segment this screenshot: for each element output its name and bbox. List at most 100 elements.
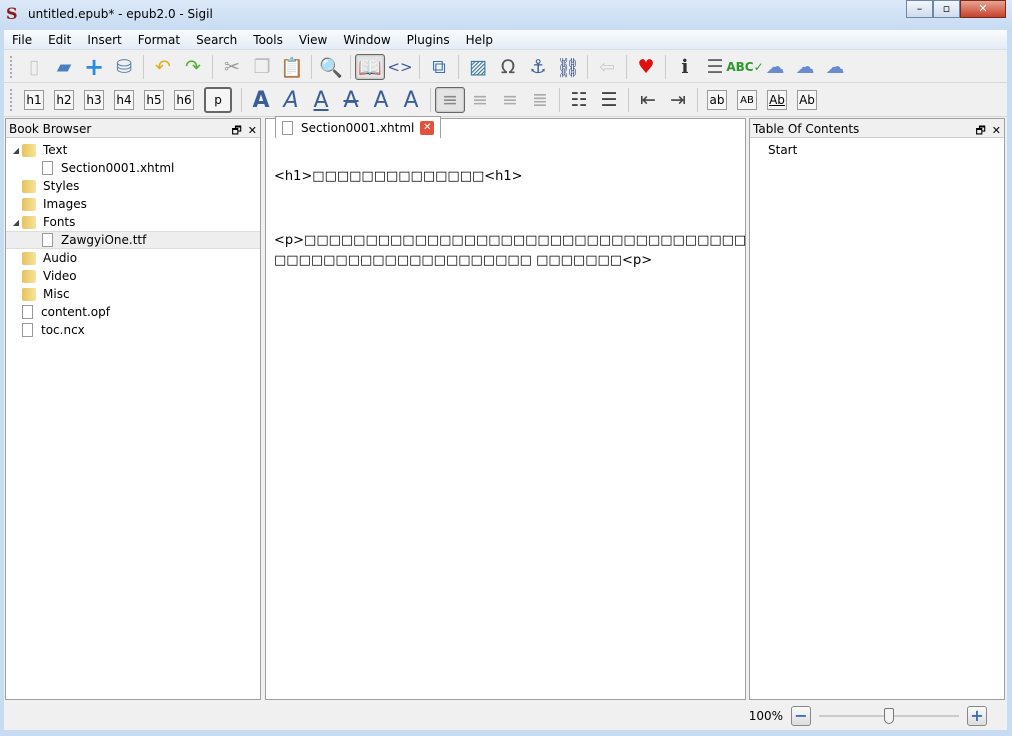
omega-icon[interactable]: Ω (493, 54, 523, 80)
menu-file[interactable]: File (4, 33, 40, 47)
justify-icon[interactable]: ≣ (525, 87, 555, 113)
link-icon[interactable]: ⛓ (553, 54, 583, 80)
float-icon[interactable]: 🗗 (975, 124, 985, 137)
add-icon[interactable]: + (79, 53, 109, 81)
zoom-slider-thumb[interactable] (884, 708, 894, 724)
tree-item[interactable]: Audio (6, 249, 260, 267)
tree-item[interactable]: Styles (6, 177, 260, 195)
title-case-button[interactable]: Ab (797, 90, 817, 110)
outdent-icon[interactable]: ⇤ (633, 87, 663, 113)
numbered-list-icon[interactable]: ☰ (594, 87, 624, 113)
menu-view[interactable]: View (291, 33, 335, 47)
tree-item[interactable]: ◢ Fonts (6, 213, 260, 231)
tree-item[interactable]: content.opf (6, 303, 260, 321)
undo-icon[interactable]: ↶ (148, 54, 178, 80)
align-center-icon[interactable]: ≡ (465, 87, 495, 113)
underline-button[interactable]: A (306, 88, 336, 113)
zoom-out-button[interactable]: − (791, 706, 811, 726)
heading-h3-button[interactable]: h3 (84, 90, 104, 110)
heading-h5-button[interactable]: h5 (144, 90, 164, 110)
sentence-case-button[interactable]: Ab (767, 90, 787, 110)
copy-icon[interactable]: ❐ (247, 54, 277, 80)
paste-icon[interactable]: 📋 (277, 54, 307, 80)
plugin-2-icon[interactable]: ☁ (790, 54, 820, 80)
folder-icon (22, 143, 36, 157)
sigil-window: S untitled.epub* - epub2.0 - Sigil – ▫ ✕… (0, 0, 1012, 736)
metadata-icon[interactable]: ℹ (670, 54, 700, 80)
close-panel-icon[interactable]: ✕ (248, 124, 257, 137)
anchor-icon[interactable]: ⚓ (523, 54, 553, 80)
menu-bar: File Edit Insert Format Search Tools Vie… (4, 30, 1007, 50)
menu-window[interactable]: Window (335, 33, 398, 47)
bold-button[interactable]: A (246, 88, 276, 113)
close-tab-icon[interactable]: ✕ (420, 120, 435, 135)
heading-h4-button[interactable]: h4 (114, 90, 134, 110)
insert-image-icon[interactable]: ▨ (463, 54, 493, 80)
spellcheck-icon[interactable]: ABC✓ (726, 54, 763, 80)
save-icon[interactable]: ⛁ (109, 54, 139, 80)
tree-item[interactable]: Images (6, 195, 260, 213)
tree-item[interactable]: Video (6, 267, 260, 285)
code-view-icon[interactable]: <> (385, 54, 415, 80)
float-icon[interactable]: 🗗 (231, 124, 241, 137)
bullet-list-icon[interactable]: ☷ (564, 87, 594, 113)
new-file-icon[interactable]: ▯ (19, 54, 49, 80)
back-arrow-icon[interactable]: ⇦ (592, 54, 622, 80)
subscript-button[interactable]: A (366, 88, 396, 113)
menu-format[interactable]: Format (130, 33, 188, 47)
open-folder-icon[interactable]: ▰ (49, 54, 79, 80)
split-icon[interactable]: ⧉ (424, 54, 454, 80)
tree-item-label: Section0001.xhtml (61, 161, 175, 175)
menu-tools[interactable]: Tools (245, 33, 291, 47)
heading-h2-button[interactable]: h2 (54, 90, 74, 110)
tree-item[interactable]: toc.ncx (6, 321, 260, 339)
uppercase-button[interactable]: AB (737, 90, 757, 110)
close-panel-icon[interactable]: ✕ (992, 124, 1001, 137)
heart-icon[interactable]: ♥ (631, 54, 661, 80)
menu-edit[interactable]: Edit (40, 33, 79, 47)
folder-icon (22, 179, 36, 193)
zoom-level: 100% (748, 709, 783, 723)
book-view-icon[interactable]: 📖 (355, 54, 385, 80)
zoom-slider[interactable] (819, 708, 959, 724)
menu-plugins[interactable]: Plugins (399, 33, 458, 47)
editor-line: <p>□□□□□□□□□□□□□□□□□□□□□□□□□□□□□□□□□□□□□… (274, 233, 745, 248)
find-icon[interactable]: 🔍 (316, 54, 346, 80)
toolbar-main: ▯ ▰ + ⛁ ↶ ↷ ✂ ❐ 📋 🔍 📖 <> ⧉ ▨ Ω ⚓ ⛓ ⇦ ♥ ℹ… (4, 52, 1007, 83)
folder-icon (22, 215, 36, 229)
book-browser-title: Book Browser (9, 122, 92, 136)
indent-icon[interactable]: ⇥ (663, 87, 693, 113)
menu-help[interactable]: Help (458, 33, 501, 47)
minimize-button[interactable]: – (906, 0, 933, 18)
plugin-3-icon[interactable]: ☁ (820, 54, 850, 80)
align-right-icon[interactable]: ≡ (495, 87, 525, 113)
italic-button[interactable]: A (276, 88, 306, 113)
tree-item[interactable]: Section0001.xhtml (6, 159, 260, 177)
tree-item[interactable]: ZawgyiOne.ttf (6, 231, 260, 249)
tree-item-label: Styles (43, 179, 80, 193)
cut-icon[interactable]: ✂ (217, 54, 247, 80)
menu-insert[interactable]: Insert (79, 33, 129, 47)
close-button[interactable]: ✕ (960, 0, 1006, 18)
tab-section0001[interactable]: Section0001.xhtml ✕ (275, 116, 442, 138)
heading-h6-button[interactable]: h6 (174, 90, 194, 110)
paragraph-button[interactable]: p (204, 87, 232, 113)
expand-arrow-icon[interactable]: ◢ (10, 146, 22, 155)
font-file-icon (42, 233, 53, 247)
align-left-icon[interactable]: ≡ (435, 87, 465, 113)
zoom-in-button[interactable]: + (967, 706, 987, 726)
lowercase-button[interactable]: ab (707, 90, 727, 110)
expand-arrow-icon[interactable]: ◢ (10, 218, 22, 227)
tree-item[interactable]: Misc (6, 285, 260, 303)
toc-item[interactable]: Start (750, 141, 1004, 159)
redo-icon[interactable]: ↷ (178, 54, 208, 80)
editor-area[interactable]: <h1>□□□□□□□□□□□□□□<h1> <p>□□□□□□□□□□□□□□… (265, 118, 746, 700)
plugin-1-icon[interactable]: ☁ (760, 54, 790, 80)
heading-h1-button[interactable]: h1 (24, 90, 44, 110)
folder-icon (22, 287, 36, 301)
maximize-button[interactable]: ▫ (933, 0, 960, 18)
strikethrough-button[interactable]: A (336, 88, 366, 113)
tree-item[interactable]: ◢ Text (6, 141, 260, 159)
menu-search[interactable]: Search (188, 33, 245, 47)
superscript-button[interactable]: A (396, 88, 426, 113)
